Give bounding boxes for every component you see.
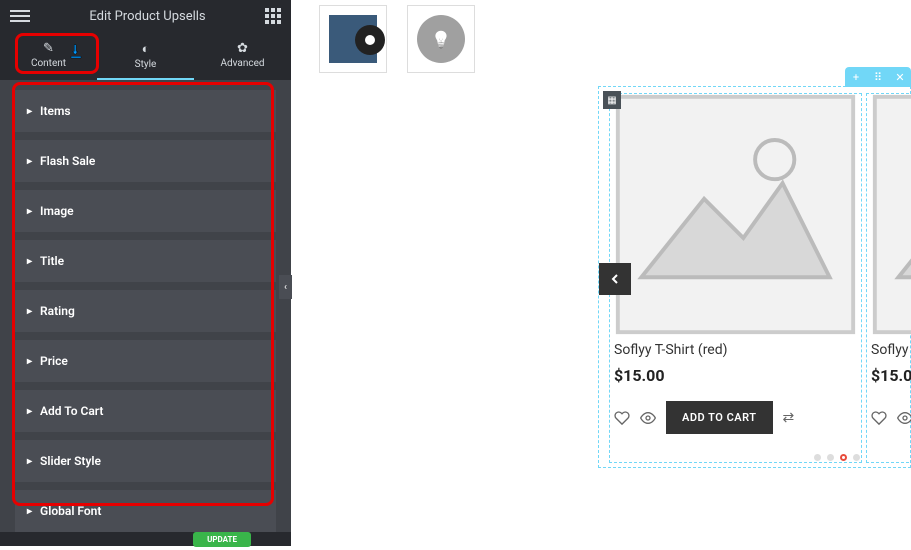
accordion-item-image[interactable]: Image (15, 190, 276, 232)
accordion-item-rating[interactable]: Rating (15, 290, 276, 332)
product-image (867, 94, 911, 334)
pencil-icon: ✎ (43, 41, 54, 56)
accordion-item-add-to-cart[interactable]: Add To Cart (15, 390, 276, 432)
eye-icon[interactable] (897, 410, 911, 426)
carousel-prev-button[interactable] (599, 263, 631, 295)
pagination-dot[interactable] (814, 454, 821, 461)
close-section-icon[interactable]: ✕ (889, 67, 911, 87)
accordion-label: Image (40, 204, 74, 218)
pagination-dot-active[interactable] (840, 454, 847, 461)
accordion-label: Global Font (40, 504, 101, 518)
accordion-label: Rating (40, 304, 75, 318)
accordion-label: Title (40, 254, 64, 268)
menu-icon[interactable] (10, 10, 30, 22)
accordion-label: Flash Sale (40, 154, 95, 168)
product-actions: ADD TO CART ⇄ (867, 389, 911, 446)
section-toolbar: + ⠿ ✕ (845, 67, 911, 87)
sidebar-footer: UPDATE (0, 532, 291, 546)
accordion-item-slider-style[interactable]: Slider Style (15, 440, 276, 482)
pagination-dot[interactable] (853, 454, 860, 461)
accordion-label: Items (40, 104, 71, 118)
placeholder-image-icon (867, 89, 911, 340)
carousel-pagination (814, 454, 860, 461)
accordion-label: Slider Style (40, 454, 101, 468)
accordion-item-items[interactable]: Items (15, 90, 276, 132)
compare-icon[interactable]: ⇄ (783, 410, 795, 426)
tab-label: Style (135, 59, 157, 70)
thumbnail-vinyl[interactable] (319, 5, 387, 73)
tab-label: Content (31, 58, 66, 69)
accordion-item-title[interactable]: Title (15, 240, 276, 282)
product-card[interactable]: Soflyy T-Shirt (blue) $15.00 ADD TO CART… (866, 93, 911, 463)
placeholder-image-icon (610, 89, 861, 340)
edit-section-icon[interactable]: ⠿ (867, 67, 889, 87)
accordion-item-flash-sale[interactable]: Flash Sale (15, 140, 276, 182)
accordion-label: Price (40, 354, 68, 368)
accordion-label: Add To Cart (40, 404, 103, 418)
contrast-icon: ◐ (142, 41, 150, 57)
gear-icon: ✿ (237, 41, 248, 56)
canvas: + ⠿ ✕ ▦ Soflyy T-Shirt (red) $15.00 ADD … (291, 0, 911, 546)
tabs-bar: ✎ Content ◐ Style ✿ Advanced (0, 32, 291, 80)
eye-icon[interactable] (640, 410, 656, 426)
product-price: $15.00 (867, 362, 911, 389)
sidebar-header: Edit Product Upsells (0, 0, 291, 32)
tab-content[interactable]: ✎ Content (0, 32, 97, 78)
product-card[interactable]: Soflyy T-Shirt (red) $15.00 ADD TO CART … (609, 93, 862, 463)
tab-advanced[interactable]: ✿ Advanced (194, 32, 291, 78)
product-title: Soflyy T-Shirt (red) (610, 334, 861, 362)
pagination-dot[interactable] (827, 454, 834, 461)
product-title: Soflyy T-Shirt (blue) (867, 334, 911, 362)
widget-section[interactable]: ▦ Soflyy T-Shirt (red) $15.00 ADD TO CAR… (598, 86, 911, 468)
thumbnail-row (319, 5, 911, 73)
accordion-item-price[interactable]: Price (15, 340, 276, 382)
heart-icon[interactable] (871, 410, 887, 426)
product-image (610, 94, 861, 334)
update-button[interactable]: UPDATE (193, 532, 251, 547)
heart-icon[interactable] (614, 410, 630, 426)
add-section-icon[interactable]: + (845, 67, 867, 87)
accordion: Items Flash Sale Image Title Rating Pric… (0, 80, 291, 550)
accordion-item-global-font[interactable]: Global Font (15, 490, 276, 532)
tab-label: Advanced (220, 58, 264, 69)
product-carousel: Soflyy T-Shirt (red) $15.00 ADD TO CART … (599, 87, 910, 469)
tab-style[interactable]: ◐ Style (97, 32, 194, 78)
editor-sidebar: Edit Product Upsells ✎ Content ◐ Style ✿… (0, 0, 291, 546)
widget-handle-icon[interactable]: ▦ (603, 91, 621, 109)
apps-icon[interactable] (265, 8, 281, 24)
product-price: $15.00 (610, 362, 861, 389)
header-title: Edit Product Upsells (30, 9, 265, 24)
product-actions: ADD TO CART ⇄ (610, 389, 861, 446)
thumbnail-bulb[interactable] (407, 5, 475, 73)
add-to-cart-button[interactable]: ADD TO CART (666, 401, 773, 434)
